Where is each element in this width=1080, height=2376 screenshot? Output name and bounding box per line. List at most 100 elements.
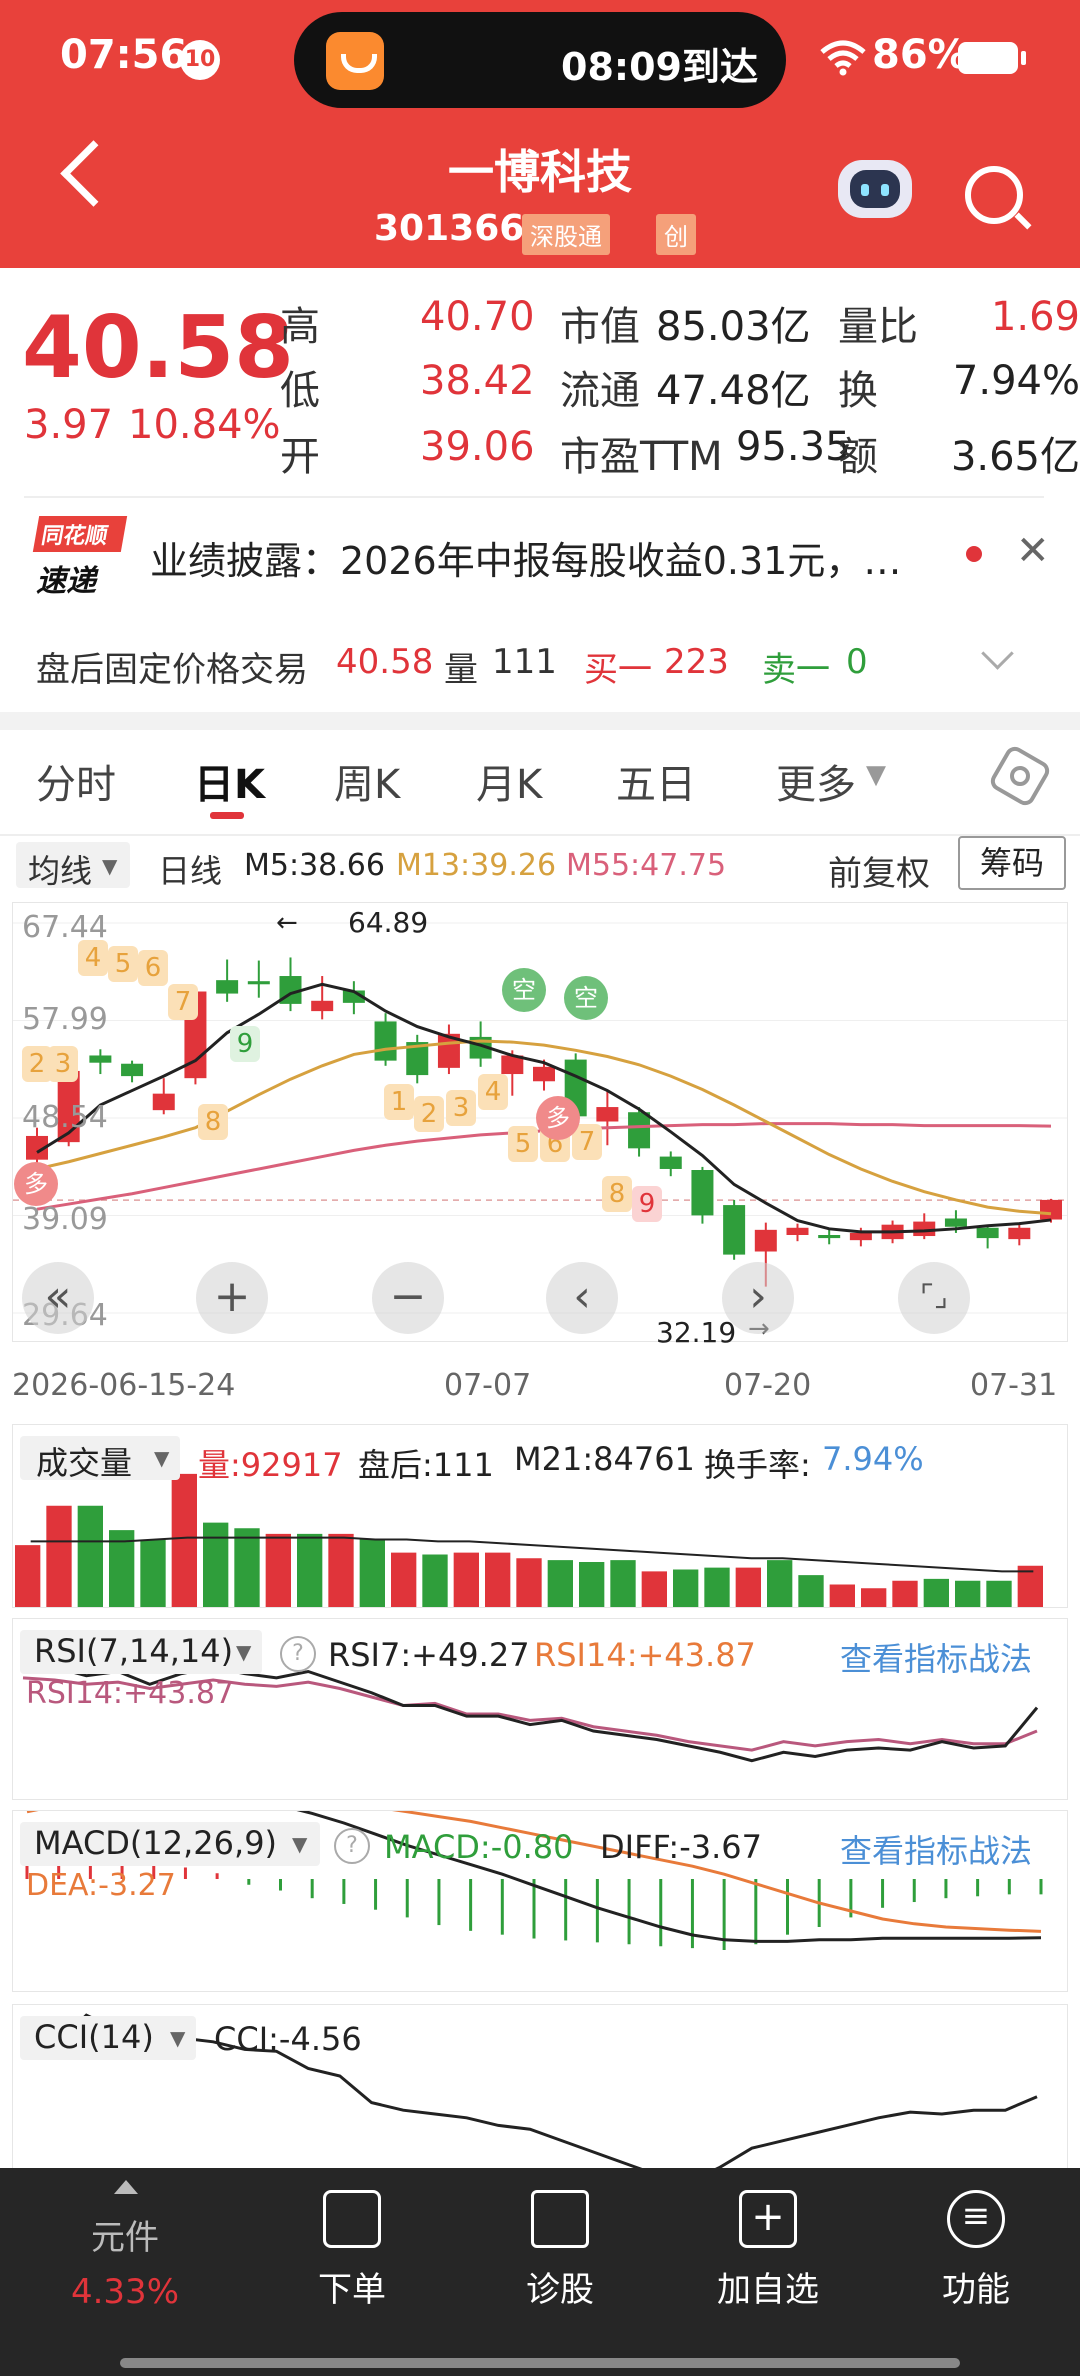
nine-turn-badge: 2 — [414, 1096, 444, 1132]
rsi7-value: RSI7:+49.27 — [328, 1636, 530, 1674]
volume-bar — [171, 1473, 197, 1607]
tab-weekly-k[interactable]: 周K — [334, 752, 400, 810]
ma5-value: M5:38.66 — [244, 848, 385, 883]
caret-up-icon[interactable] — [114, 2180, 138, 2194]
element-value: 4.33% — [70, 2272, 179, 2312]
candle-body — [216, 980, 239, 994]
close-icon[interactable]: ✕ — [1016, 528, 1050, 574]
bid1-value: 223 — [664, 642, 729, 682]
volume-bar — [77, 1505, 103, 1607]
after-hours-price: 40.58 — [336, 642, 434, 682]
tab-five-day[interactable]: 五日 — [616, 752, 696, 810]
scroll-left-button[interactable]: ‹ — [546, 1262, 618, 1334]
date-label-1: 2026-06-15-24 — [12, 1368, 236, 1403]
label-open: 开 — [280, 434, 320, 480]
battery-icon — [958, 42, 1018, 74]
y-label-2: 57.99 — [22, 1002, 108, 1037]
value-volume-ratio: 1.69 — [990, 294, 1080, 340]
value-turnover: 7.94% — [952, 358, 1080, 404]
tab-monthly-k[interactable]: 月K — [476, 752, 542, 810]
volume-selector[interactable]: 成交量 ▼ — [20, 1436, 180, 1482]
value-amount: 3.65亿 — [950, 434, 1080, 480]
candle-body — [311, 1000, 334, 1012]
dynamic-island[interactable]: 08:09到达 — [294, 12, 786, 108]
date-label-3: 07-20 — [724, 1368, 812, 1403]
max-arrow: ← — [276, 908, 298, 938]
ma-selector[interactable]: 均线 ▼ — [16, 842, 130, 890]
ma-selector-label: 均线 — [28, 852, 93, 890]
value-pe: 95.35 — [736, 424, 851, 470]
label-high: 高 — [280, 304, 320, 350]
robot-assistant-icon[interactable] — [838, 160, 912, 218]
tab-more[interactable]: 更多 — [776, 752, 856, 810]
volume-bar — [579, 1562, 605, 1607]
candle-body — [1008, 1227, 1031, 1240]
candle-body — [152, 1093, 175, 1111]
nav-add-watchlist[interactable]: + 加自选 — [688, 2190, 848, 2311]
news-source-line2: 速递 — [36, 564, 96, 599]
cci-selector[interactable]: CCI(14) ▼ — [20, 2016, 196, 2060]
nav-functions[interactable]: ≡ 功能 — [896, 2190, 1056, 2311]
fullscreen-button[interactable]: ⌜⌟ — [898, 1262, 970, 1334]
stock-name: 一博科技 — [448, 145, 632, 199]
after-hours-vol: 111 — [492, 642, 557, 682]
caret-down-icon: ▼ — [866, 760, 886, 790]
help-icon[interactable]: ? — [280, 1636, 316, 1672]
macd-value: MACD:-0.80 — [384, 1828, 574, 1866]
nav-order[interactable]: 下单 — [272, 2190, 432, 2311]
nine-turn-badge: 9 — [632, 1186, 662, 1222]
volume-bar — [422, 1554, 448, 1607]
news-source-line1: 同花顺 — [32, 516, 128, 552]
candle-body — [247, 981, 270, 985]
volume-bar — [704, 1567, 730, 1607]
chevron-down-icon[interactable] — [981, 637, 1014, 670]
zoom-in-button[interactable]: + — [196, 1262, 268, 1334]
nine-turn-badge: 3 — [446, 1090, 476, 1126]
long-signal-badge: 多 — [14, 1162, 58, 1206]
section-separator — [0, 712, 1080, 730]
ride-app-icon — [326, 32, 384, 90]
candle-body — [628, 1112, 651, 1149]
volume-bar — [923, 1578, 949, 1607]
zoom-out-button[interactable]: − — [372, 1262, 444, 1334]
volume-bar — [265, 1533, 291, 1607]
help-icon[interactable]: ? — [334, 1828, 370, 1864]
nav-diagnose[interactable]: 诊股 — [480, 2190, 640, 2311]
diagnose-icon — [531, 2190, 589, 2248]
candle-body — [976, 1227, 999, 1239]
candle-body — [533, 1066, 555, 1082]
rsi-selector-label: RSI(7,14,14) — [34, 1632, 234, 1670]
value-open: 39.06 — [420, 424, 535, 470]
turnover-value: 7.94% — [822, 1440, 924, 1478]
volume-bar — [955, 1580, 981, 1607]
candle-body — [818, 1235, 841, 1239]
tab-daily-k[interactable]: 日K — [194, 752, 265, 810]
rsi-selector[interactable]: RSI(7,14,14) ▼ — [20, 1630, 262, 1674]
after-hours-vol-label: 量 — [444, 650, 478, 690]
tab-intraday[interactable]: 分时 — [36, 752, 116, 810]
chips-button[interactable]: 筹码 — [958, 836, 1066, 890]
news-ticker-text[interactable]: 业绩披露：2026年中报每股收益0.31元，… — [150, 530, 950, 585]
element-label[interactable]: 元件 — [60, 2210, 190, 2259]
scroll-start-button[interactable]: « — [22, 1262, 94, 1334]
candle-body — [944, 1218, 967, 1227]
volume-bar — [234, 1528, 260, 1607]
scroll-right-button[interactable]: › — [722, 1262, 794, 1334]
notification-badge: 10 — [180, 40, 220, 80]
caret-down-icon: ▼ — [102, 854, 118, 878]
macd-selector[interactable]: MACD(12,26,9) ▼ — [20, 1822, 320, 1866]
unread-dot — [966, 546, 982, 562]
hk-connect-tag: 深股通 — [522, 214, 610, 255]
rsi-strategy-link[interactable]: 查看指标战法 — [840, 1634, 1032, 1680]
caret-down-icon: ▼ — [236, 1640, 252, 1664]
volume-bar — [610, 1560, 636, 1607]
volume-bar — [641, 1571, 667, 1607]
volume-bar — [328, 1533, 354, 1607]
ma55-value: M55:47.75 — [566, 848, 727, 883]
adjust-mode[interactable]: 前复权 — [828, 846, 930, 895]
macd-strategy-link[interactable]: 查看指标战法 — [840, 1826, 1032, 1872]
nine-turn-badge: 8 — [602, 1176, 632, 1212]
divider — [24, 496, 1044, 498]
volume-bar — [892, 1580, 918, 1607]
volume-bar — [547, 1560, 573, 1607]
